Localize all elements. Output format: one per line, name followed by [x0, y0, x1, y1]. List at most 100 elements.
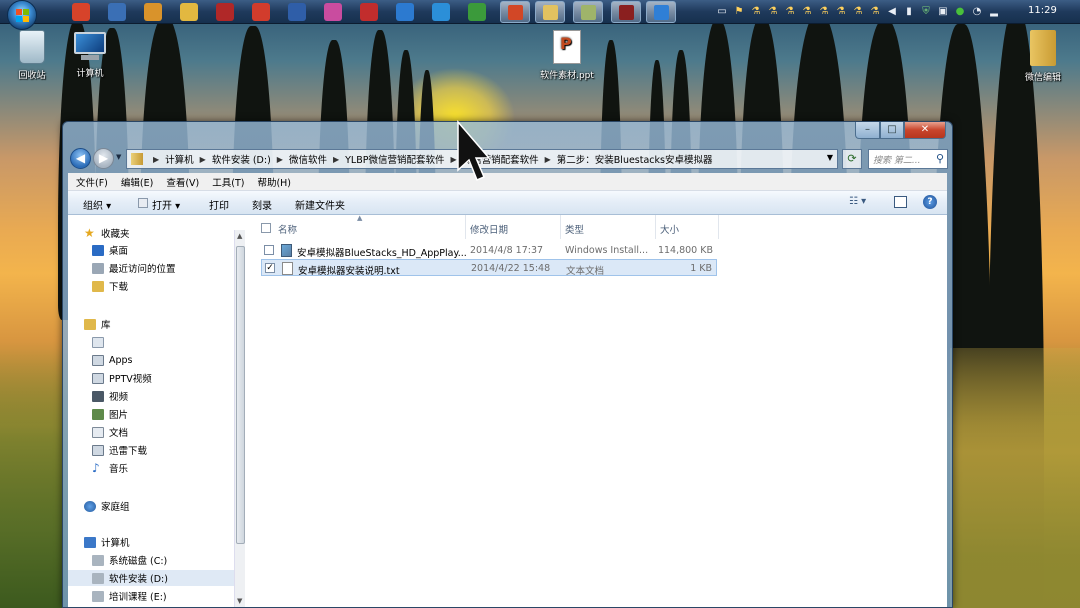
search-icon[interactable]: ⚲	[936, 152, 944, 165]
breadcrumb-computer[interactable]: 计算机	[165, 152, 194, 166]
speaker-off-icon[interactable]: ◀	[886, 5, 898, 18]
address-dropdown-icon[interactable]: ▼	[827, 153, 833, 162]
menu-tools[interactable]: 工具(T)	[212, 175, 244, 189]
qq-icon[interactable]	[108, 3, 126, 21]
nav-homegroup[interactable]: 家庭组	[84, 498, 130, 514]
lab-icon[interactable]: ⚗	[852, 5, 864, 18]
menu-help[interactable]: 帮助(H)	[257, 175, 291, 189]
close-button[interactable]: ✕	[904, 122, 946, 139]
green-icon[interactable]: ●	[954, 5, 966, 18]
nav-computer[interactable]: 计算机	[84, 534, 130, 550]
column-divider[interactable]	[465, 215, 466, 239]
nav-item-pictures[interactable]: 图片	[92, 406, 128, 422]
app-task[interactable]	[646, 1, 676, 23]
nav-item-drive-e[interactable]: 培训课程 (E:)	[92, 588, 167, 604]
print-button[interactable]: 打印	[209, 197, 229, 212]
nav-item-videos[interactable]: 视频	[92, 388, 128, 404]
search-input[interactable]: 搜索 第二... ⚲	[868, 149, 948, 169]
media-task[interactable]	[611, 1, 641, 23]
chevron-right-icon[interactable]: ▶	[277, 155, 283, 164]
scrollbar-thumb[interactable]	[236, 246, 245, 544]
nav-item-downloads[interactable]: 下载	[92, 278, 128, 294]
change-view-icon[interactable]: ☷ ▾	[849, 196, 875, 210]
breadcrumb-ylbp[interactable]: YLBP微信营销配套软件	[345, 152, 444, 166]
organize-button[interactable]: 组织 ▾	[83, 197, 111, 212]
burn-button[interactable]: 刻录	[252, 197, 272, 212]
refresh-button[interactable]: ⟳	[842, 149, 862, 169]
network-icon[interactable]: ▣	[937, 5, 949, 18]
column-date[interactable]: 修改日期	[470, 222, 508, 236]
recycle-bin-shortcut[interactable]: 回收站	[0, 30, 64, 81]
lab-icon[interactable]: ⚗	[784, 5, 796, 18]
column-size[interactable]: 大小	[660, 222, 679, 236]
battery-icon[interactable]: ▮	[903, 5, 915, 18]
lab-icon[interactable]: ⚗	[869, 5, 881, 18]
column-divider[interactable]	[655, 215, 656, 239]
chrome-icon[interactable]	[468, 3, 486, 21]
browser-icon[interactable]	[396, 3, 414, 21]
flag-icon[interactable]: ⚑	[733, 5, 745, 18]
nav-item-drive-d[interactable]: 软件安装 (D:)	[68, 570, 234, 586]
nav-item-library-blank[interactable]	[92, 334, 109, 350]
clock[interactable]: 11:29	[1028, 5, 1057, 16]
signal-icon[interactable]: ▂	[988, 5, 1000, 18]
menu-file[interactable]: 文件(F)	[76, 175, 108, 189]
help-icon[interactable]: ?	[923, 195, 937, 209]
menu-edit[interactable]: 编辑(E)	[121, 175, 153, 189]
folder-icon[interactable]	[144, 3, 162, 21]
column-name[interactable]: 名称	[278, 222, 297, 236]
file-row[interactable]: 安卓模拟器BlueStacks_HD_AppPlay... 2014/4/8 1…	[261, 242, 717, 259]
computer-shortcut[interactable]: 计算机	[58, 32, 122, 79]
nav-item-apps[interactable]: Apps	[92, 352, 133, 368]
shield-icon[interactable]: ⛨	[920, 5, 932, 18]
column-divider[interactable]	[718, 215, 719, 239]
forward-button[interactable]: ▶	[93, 148, 114, 169]
nav-libraries[interactable]: 库	[84, 316, 111, 332]
maximize-button[interactable]: □	[880, 122, 904, 139]
photoshop-icon[interactable]	[288, 3, 306, 21]
powerpoint-task[interactable]	[500, 1, 530, 23]
minimize-button[interactable]: –	[855, 122, 880, 139]
preview-pane-icon[interactable]	[894, 196, 907, 208]
explorer-task[interactable]	[535, 1, 565, 23]
lab-icon[interactable]: ⚗	[801, 5, 813, 18]
nav-item-recent[interactable]: 最近访问的位置	[92, 260, 176, 276]
nav-item-xunlei[interactable]: 迅雷下载	[92, 442, 147, 458]
chevron-right-icon[interactable]: ▶	[545, 155, 551, 164]
image-task[interactable]	[573, 1, 603, 23]
scroll-down-icon[interactable]: ▼	[237, 597, 242, 605]
lab-icon[interactable]: ⚗	[835, 5, 847, 18]
wechat-edit-folder-shortcut[interactable]: 微信编辑	[1012, 30, 1074, 83]
smiley-icon[interactable]	[180, 3, 198, 21]
open-button[interactable]: 打开 ▾	[152, 197, 180, 212]
opera-icon[interactable]	[360, 3, 378, 21]
column-divider[interactable]	[560, 215, 561, 239]
xmind-icon[interactable]	[72, 3, 90, 21]
app-x-icon[interactable]	[252, 3, 270, 21]
nav-item-desktop[interactable]: 桌面	[92, 242, 128, 258]
new-folder-button[interactable]: 新建文件夹	[295, 197, 345, 212]
menu-view[interactable]: 查看(V)	[166, 175, 199, 189]
chevron-right-icon[interactable]: ▶	[200, 155, 206, 164]
lab-icon[interactable]: ⚗	[750, 5, 762, 18]
ie-icon[interactable]	[432, 3, 450, 21]
file-checkbox[interactable]: ✓	[265, 263, 275, 273]
file-checkbox[interactable]	[264, 245, 274, 255]
breadcrumb-wechat-software[interactable]: 微信软件	[289, 152, 327, 166]
nav-item-drive-c[interactable]: 系统磁盘 (C:)	[92, 552, 167, 568]
nav-item-pptv[interactable]: PPTV视频	[92, 370, 152, 386]
recent-pages-dropdown[interactable]: ▼	[116, 153, 121, 161]
file-row[interactable]: ✓ 安卓模拟器安装说明.txt 2014/4/22 15:48 文本文档 1 K…	[261, 259, 717, 277]
media-icon[interactable]	[216, 3, 234, 21]
breadcrumb-drive-d[interactable]: 软件安装 (D:)	[212, 152, 271, 166]
nav-item-documents[interactable]: 文档	[92, 424, 128, 440]
nav-item-music[interactable]: ♪ 音乐	[92, 460, 128, 476]
chevron-right-icon[interactable]: ▶	[333, 155, 339, 164]
select-all-checkbox[interactable]	[261, 223, 271, 233]
monitor-icon[interactable]: ▭	[716, 5, 728, 18]
ppt-file-shortcut[interactable]: 软件素材.ppt	[534, 30, 600, 81]
column-type[interactable]: 类型	[565, 222, 584, 236]
breadcrumb-step-two[interactable]: 第二步：安装Bluestacks安卓模拟器	[557, 152, 713, 166]
nav-pane-scrollbar[interactable]: ▲ ▼	[234, 230, 245, 607]
nav-favorites[interactable]: ★ 收藏夹	[84, 225, 130, 241]
